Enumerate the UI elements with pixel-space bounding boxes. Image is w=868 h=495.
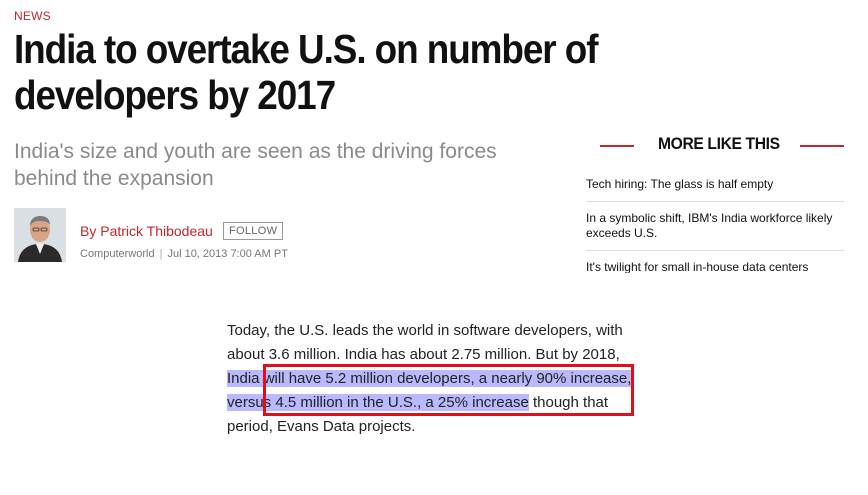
author-photo-icon: [14, 208, 66, 262]
meta-separator: |: [159, 248, 163, 260]
article-text: Today, the U.S. leads the world in softw…: [227, 322, 623, 363]
article-meta: Computerworld | Jul 10, 2013 7:00 AM PT: [80, 248, 288, 260]
publication-name: Computerworld: [80, 248, 155, 260]
related-item[interactable]: Tech hiring: The glass is half empty: [586, 168, 844, 202]
section-label[interactable]: NEWS: [14, 9, 51, 23]
more-like-this-title: MORE LIKE THIS: [658, 134, 780, 153]
byline: By Patrick Thibodeau FOLLOW Computerworl…: [14, 208, 574, 264]
publish-date: Jul 10, 2013 7:00 AM PT: [167, 248, 288, 260]
related-item[interactable]: In a symbolic shift, IBM's India workfor…: [586, 202, 844, 251]
header-rule-left: [600, 145, 634, 147]
related-list: Tech hiring: The glass is half empty In …: [586, 168, 844, 273]
follow-button[interactable]: FOLLOW: [223, 222, 284, 240]
related-item[interactable]: It's twilight for small in-house data ce…: [586, 251, 844, 273]
section-link[interactable]: NEWS: [14, 9, 51, 23]
article-subheadline: India's size and youth are seen as the d…: [14, 140, 497, 190]
annotation-box: [263, 364, 634, 416]
more-like-this-panel: MORE LIKE THIS Tech hiring: The glass is…: [586, 128, 844, 273]
header-rule-right: [800, 145, 844, 147]
article-headline: India to overtake U.S. on number of deve…: [14, 26, 599, 118]
author-link[interactable]: By Patrick Thibodeau: [80, 223, 213, 239]
author-avatar[interactable]: [14, 208, 66, 262]
more-like-this-header: MORE LIKE THIS: [586, 134, 844, 156]
